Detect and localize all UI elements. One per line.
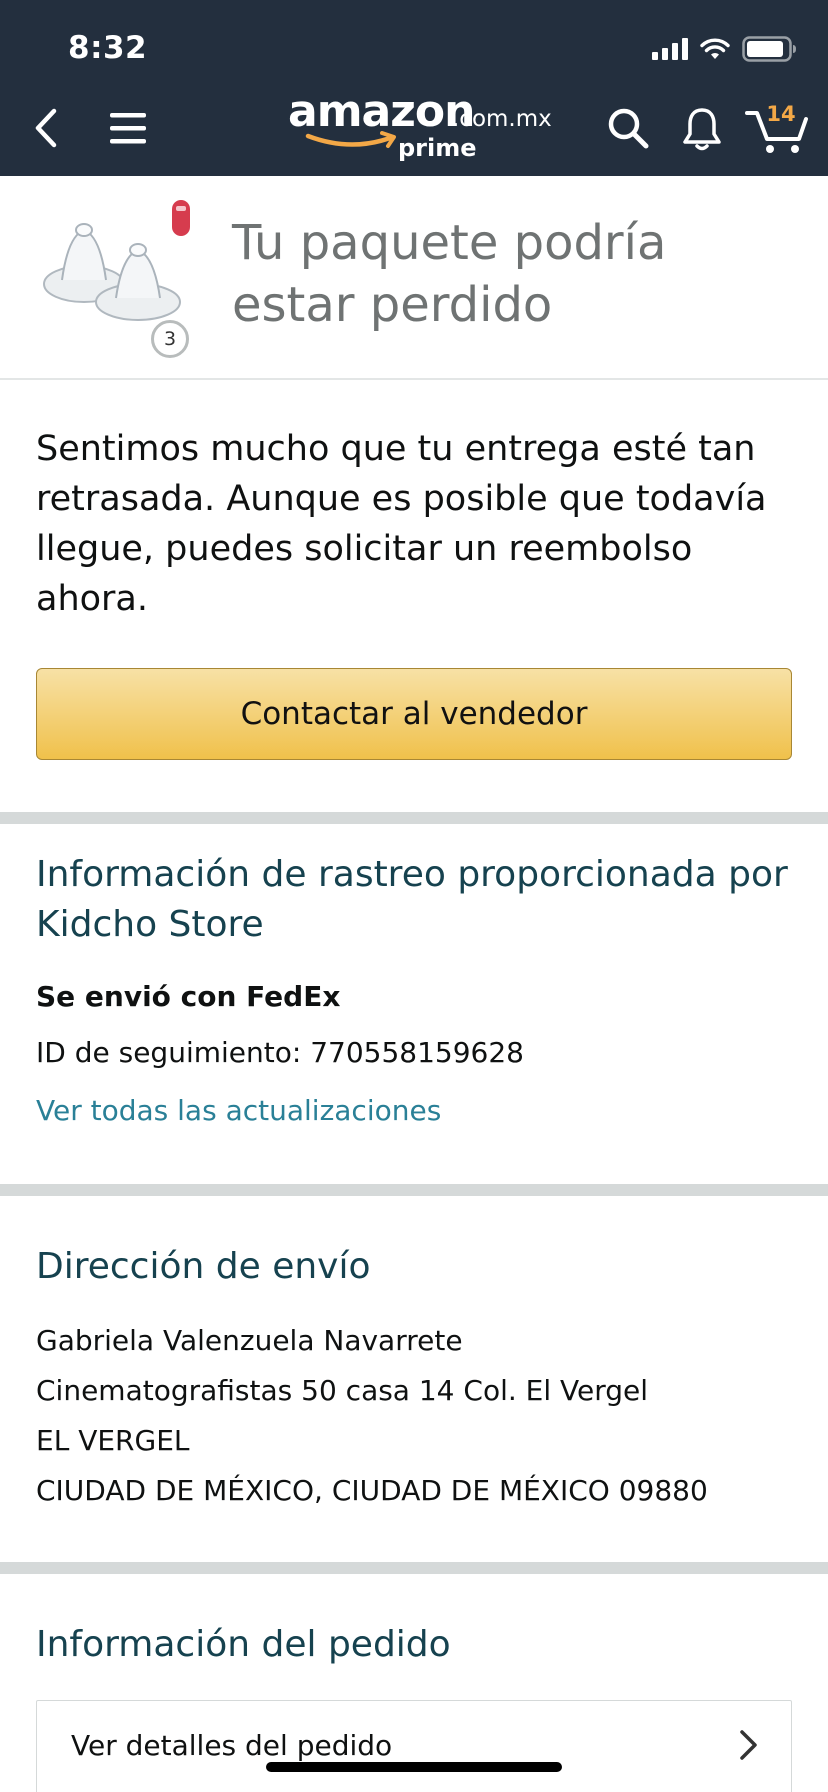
search-icon[interactable]	[604, 104, 652, 152]
address-city: CIUDAD DE MÉXICO, CIUDAD DE MÉXICO 09880	[36, 1474, 708, 1507]
bell-icon[interactable]	[678, 104, 726, 154]
status-icons	[652, 34, 798, 64]
wifi-icon	[700, 37, 730, 61]
address-name: Gabriela Valenzuela Navarrete	[36, 1324, 463, 1357]
chevron-right-icon	[740, 1730, 757, 1760]
cellular-signal-icon	[652, 38, 688, 60]
quantity-badge: 3	[151, 320, 189, 358]
logo-prime-label: prime	[398, 134, 477, 162]
section-divider	[0, 1562, 828, 1574]
home-indicator[interactable]	[266, 1762, 562, 1772]
contact-seller-button[interactable]: Contactar al vendedor	[36, 668, 792, 760]
back-icon[interactable]	[26, 104, 66, 152]
cart-count-badge: 14	[766, 102, 796, 126]
product-thumbnail[interactable]	[38, 196, 194, 340]
battery-icon	[742, 36, 798, 62]
order-info-heading: Información del pedido	[36, 1624, 451, 1665]
carrier-label: Se envió con FedEx	[36, 980, 341, 1013]
address-street: Cinematografistas 50 casa 14 Col. El Ver…	[36, 1374, 649, 1407]
delay-message: Sentimos mucho que tu entrega esté tan r…	[36, 429, 767, 619]
address-neighborhood: EL VERGEL	[36, 1424, 190, 1457]
shipping-address-heading: Dirección de envío	[36, 1246, 371, 1287]
logo-domain: .com.mx	[452, 106, 552, 132]
tracking-id: ID de seguimiento: 770558159628	[36, 1036, 524, 1069]
top-navigation-bar: 8:32 amazon .com.mx prime 14	[0, 0, 828, 176]
menu-icon[interactable]	[104, 108, 152, 148]
status-time: 8:32	[68, 30, 148, 66]
view-all-updates-link[interactable]: Ver todas las actualizaciones	[36, 1094, 441, 1127]
amazon-prime-logo[interactable]: amazon .com.mx prime	[288, 86, 552, 166]
order-details-row[interactable]: Ver detalles del pedido	[36, 1700, 792, 1792]
section-divider	[0, 812, 828, 824]
section-divider	[0, 1184, 828, 1196]
package-status-header: 3 Tu paquete podría estar perdido	[0, 176, 828, 380]
order-details-label: Ver detalles del pedido	[71, 1729, 393, 1762]
amazon-smile-icon	[305, 131, 396, 148]
page-title: Tu paquete podría estar perdido	[232, 215, 667, 333]
tracking-heading: Información de rastreo proporcionada por…	[36, 854, 788, 945]
